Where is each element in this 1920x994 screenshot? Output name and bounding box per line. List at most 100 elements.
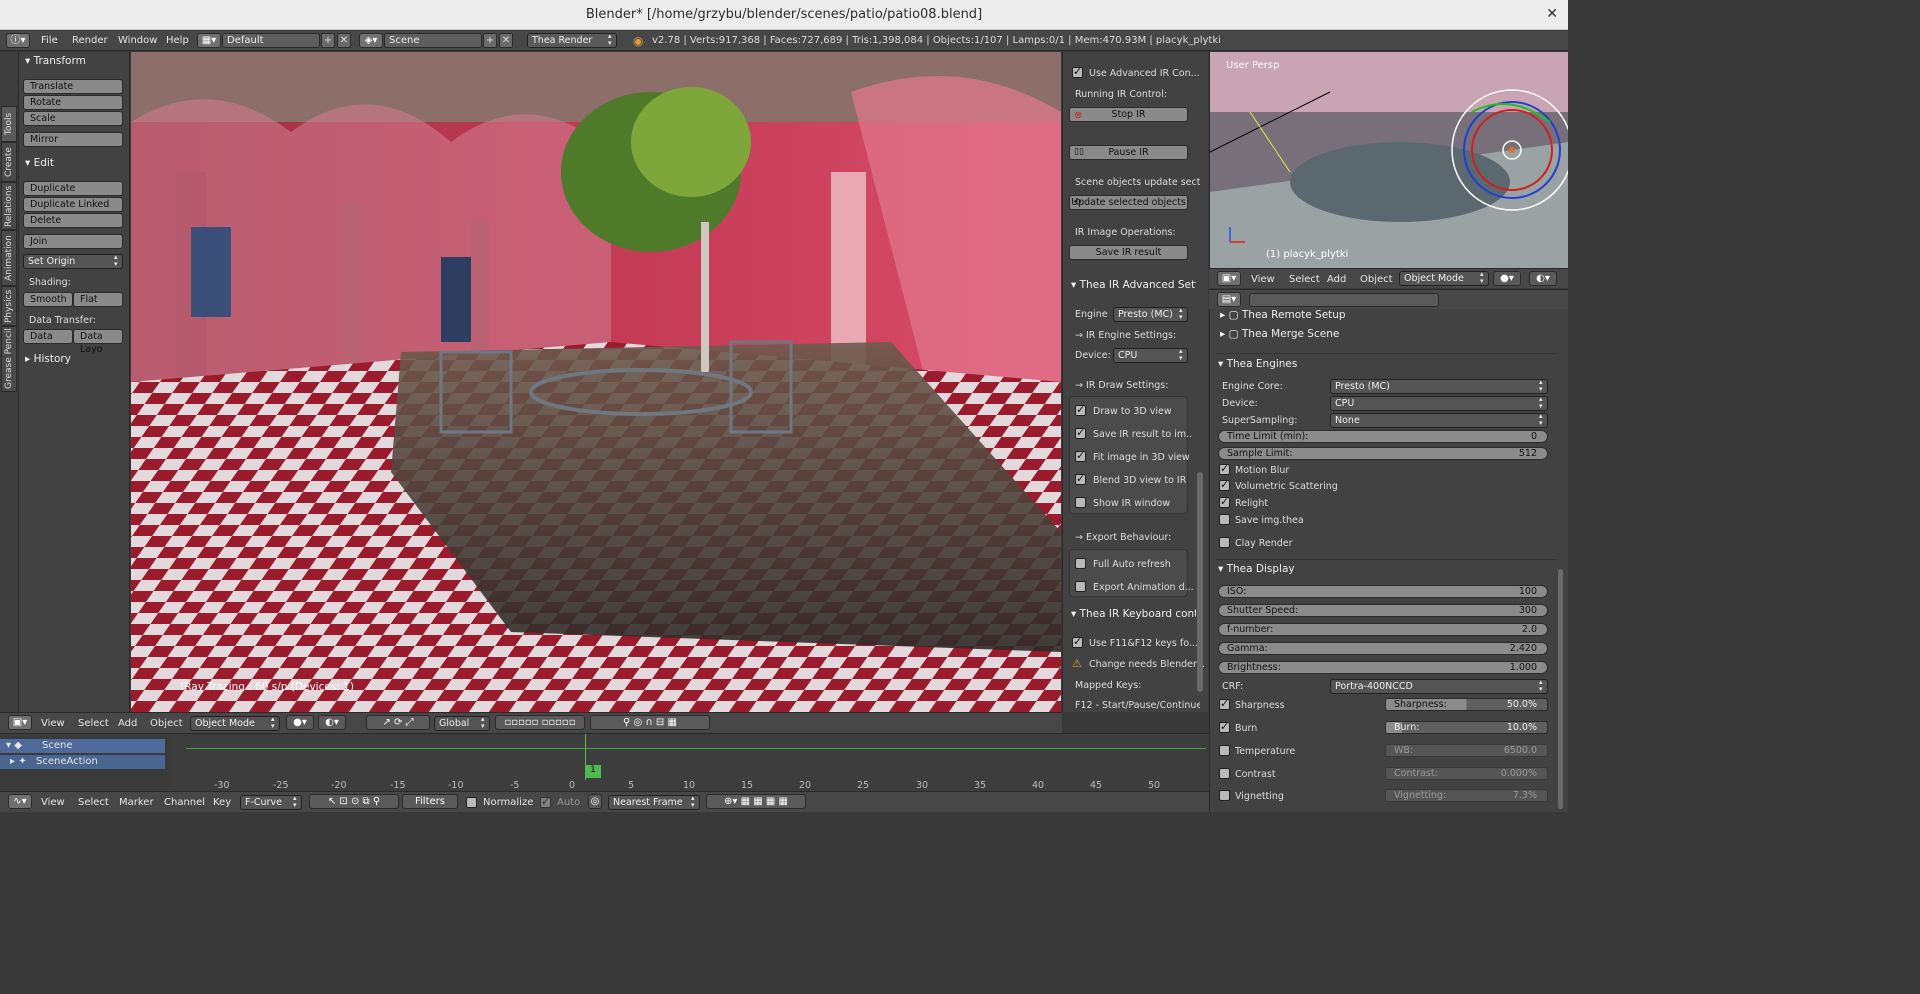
snap-icon[interactable]: ◎ bbox=[588, 794, 602, 809]
current-frame-badge[interactable]: 1 bbox=[585, 765, 601, 778]
shutter-slider[interactable]: Shutter Speed: 300 bbox=[1218, 604, 1548, 617]
device-dropdown[interactable]: CPU bbox=[1330, 396, 1548, 411]
time-limit-slider[interactable]: Time Limit (min): 0 bbox=[1218, 430, 1548, 443]
graph-menu-key[interactable]: Key bbox=[213, 797, 231, 808]
stop-ir-button[interactable]: ⊗ Stop IR bbox=[1069, 107, 1188, 122]
blend3d-checkbox[interactable] bbox=[1075, 472, 1086, 485]
flat-button[interactable]: Flat bbox=[73, 292, 123, 307]
panel-history-header[interactable]: ▸ History bbox=[25, 353, 71, 365]
menu-select[interactable]: Select bbox=[1289, 274, 1320, 285]
contrast-slider[interactable]: Contrast: 0.000% bbox=[1385, 767, 1548, 780]
graph-editor-icon[interactable]: ∿▾ bbox=[8, 794, 32, 809]
dopesheet-timeline[interactable]: ▾ ◆ Scene ▸ ✦ SceneAction 1 -30 -25 -20 -1… bbox=[0, 733, 1209, 791]
gamma-slider[interactable]: Gamma: 2.420 bbox=[1218, 642, 1548, 655]
close-icon[interactable]: ✕ bbox=[1546, 6, 1558, 22]
duplicate-button[interactable]: Duplicate bbox=[23, 181, 123, 196]
properties-scrollbar[interactable] bbox=[1558, 569, 1563, 809]
layer-buttons[interactable]: ▫▫▫▫▫ ▫▫▫▫▫ bbox=[495, 715, 585, 730]
vignetting-slider[interactable]: Vignetting: 7.3% bbox=[1385, 789, 1548, 802]
shading-icon[interactable]: ●▾ bbox=[1493, 271, 1521, 286]
crf-dropdown[interactable]: Portra-400NCCD bbox=[1330, 679, 1548, 694]
translate-button[interactable]: Translate bbox=[23, 79, 123, 94]
menu-file[interactable]: File bbox=[41, 35, 58, 46]
save-result-checkbox[interactable] bbox=[1075, 426, 1086, 439]
use-advanced-ir-checkbox[interactable] bbox=[1072, 65, 1083, 78]
tab-create[interactable]: Create bbox=[1, 142, 17, 182]
graph-menu-select[interactable]: Select bbox=[78, 797, 109, 808]
viewport-menu-select[interactable]: Select bbox=[78, 718, 109, 729]
tab-relations[interactable]: Relations bbox=[1, 182, 17, 230]
join-button[interactable]: Join bbox=[23, 234, 123, 249]
burn-checkbox[interactable] bbox=[1219, 720, 1230, 733]
viewport-mode-dropdown[interactable]: Object Mode bbox=[190, 716, 280, 731]
display-header[interactable]: ▾ Thea Display bbox=[1218, 563, 1295, 575]
export-anim-checkbox[interactable] bbox=[1075, 581, 1086, 592]
mirror-button[interactable]: Mirror bbox=[23, 132, 123, 147]
duplicate-linked-button[interactable]: Duplicate Linked bbox=[23, 197, 123, 212]
burn-slider[interactable]: Burn: 10.0% bbox=[1385, 721, 1548, 734]
npanel-scrollbar[interactable] bbox=[1197, 472, 1203, 692]
adv-settings-header[interactable]: ▾ Thea IR Advanced Settin bbox=[1071, 279, 1196, 291]
fit-image-checkbox[interactable] bbox=[1075, 449, 1086, 462]
mode-dropdown[interactable]: Object Mode bbox=[1399, 271, 1489, 286]
engine-core-dropdown[interactable]: Presto (MC) bbox=[1330, 379, 1548, 394]
scene-icon[interactable]: ◈▾ bbox=[359, 33, 383, 48]
relight-checkbox[interactable] bbox=[1219, 495, 1230, 508]
snap-tools-icons[interactable]: ⚲ ◎ ∩ ⊟ ▦ bbox=[590, 715, 710, 730]
graph-menu-marker[interactable]: Marker bbox=[119, 797, 154, 808]
save-img-checkbox[interactable] bbox=[1219, 514, 1230, 525]
smooth-button[interactable]: Smooth bbox=[23, 292, 73, 307]
layout-add-icon[interactable]: + bbox=[321, 33, 335, 48]
menu-view[interactable]: View bbox=[1251, 274, 1275, 285]
supersampling-dropdown[interactable]: None bbox=[1330, 413, 1548, 428]
render-engine-dropdown[interactable]: Thea Render bbox=[527, 33, 617, 48]
set-origin-dropdown[interactable]: Set Origin bbox=[23, 254, 123, 269]
use-f11-checkbox[interactable] bbox=[1072, 635, 1083, 648]
viewport-menu-add[interactable]: Add bbox=[118, 718, 137, 729]
tab-tools[interactable]: Tools bbox=[1, 106, 17, 142]
auto-checkbox[interactable] bbox=[540, 795, 551, 808]
temperature-checkbox[interactable] bbox=[1219, 745, 1230, 756]
graph-menu-channel[interactable]: Channel bbox=[164, 797, 205, 808]
filters-button[interactable]: Filters bbox=[402, 794, 458, 809]
contrast-checkbox[interactable] bbox=[1219, 768, 1230, 779]
3d-viewport[interactable]: User Persp (1) placyk_plytki bbox=[1209, 52, 1568, 268]
clay-render-checkbox[interactable] bbox=[1219, 537, 1230, 548]
scene-remove-icon[interactable]: ✕ bbox=[499, 33, 513, 48]
panel-edit-header[interactable]: ▾ Edit bbox=[25, 157, 54, 169]
scale-button[interactable]: Scale bbox=[23, 111, 123, 126]
snap-mode-dropdown[interactable]: Nearest Frame bbox=[608, 795, 700, 810]
properties-context-tabs[interactable] bbox=[1249, 293, 1439, 307]
scene-add-icon[interactable]: + bbox=[483, 33, 497, 48]
sample-limit-slider[interactable]: Sample Limit: 512 bbox=[1218, 447, 1548, 460]
ir-engine-dropdown[interactable]: Presto (MC) bbox=[1113, 307, 1188, 322]
graph-menu-view[interactable]: View bbox=[41, 797, 65, 808]
tab-animation[interactable]: Animation bbox=[1, 230, 17, 286]
pivot-tools-icons[interactable]: ⊕▾ ▦ ▦ ▦ ▦ bbox=[706, 794, 806, 809]
data-button[interactable]: Data bbox=[23, 329, 73, 344]
brightness-slider[interactable]: Brightness: 1.000 bbox=[1218, 661, 1548, 674]
layout-field[interactable]: Default bbox=[222, 33, 320, 48]
tab-physics[interactable]: Physics bbox=[1, 286, 17, 326]
motion-blur-checkbox[interactable] bbox=[1219, 462, 1230, 475]
menu-help[interactable]: Help bbox=[166, 35, 189, 46]
full-auto-checkbox[interactable] bbox=[1075, 558, 1086, 569]
fnumber-slider[interactable]: f-number: 2.0 bbox=[1218, 623, 1548, 636]
properties-editor-icon[interactable]: ▤▾ bbox=[1217, 292, 1241, 307]
show-ir-checkbox[interactable] bbox=[1075, 497, 1086, 508]
manipulator-icons[interactable]: ↗ ⟳ ⤢ bbox=[366, 715, 430, 730]
fcurve-dropdown[interactable]: F-Curve bbox=[240, 795, 302, 810]
render-viewport[interactable] bbox=[131, 52, 1061, 712]
info-editor-icon[interactable]: ⓘ▾ bbox=[6, 33, 30, 48]
pause-ir-button[interactable]: ▯▯ Pause IR bbox=[1069, 145, 1188, 160]
delete-button[interactable]: Delete bbox=[23, 213, 123, 228]
scene-field[interactable]: Scene bbox=[384, 33, 482, 48]
sharpness-slider[interactable]: Sharpness: 50.0% bbox=[1385, 698, 1548, 711]
merge-scene-header[interactable]: ▸ ▢ Thea Merge Scene bbox=[1220, 328, 1339, 340]
sharpness-checkbox[interactable] bbox=[1219, 697, 1230, 710]
engines-header[interactable]: ▾ Thea Engines bbox=[1218, 358, 1297, 370]
menu-object[interactable]: Object bbox=[1360, 274, 1393, 285]
vignetting-checkbox[interactable] bbox=[1219, 790, 1230, 801]
viewport-pivot-icon[interactable]: ◐▾ bbox=[318, 715, 346, 730]
graph-tool-icons[interactable]: ↖ ⊡ ⊙ ⧉ ⚲ bbox=[309, 794, 399, 809]
